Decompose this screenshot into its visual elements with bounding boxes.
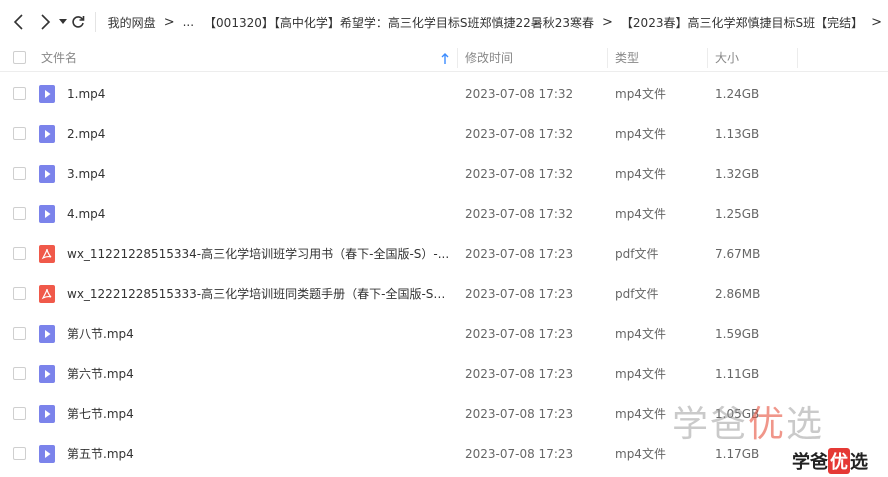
video-file-icon [39, 365, 55, 383]
row-checkbox[interactable] [13, 247, 26, 260]
chevron-right-icon: > [871, 14, 882, 30]
file-type: mp4文件 [615, 327, 666, 341]
file-row[interactable]: 第六节.mp4 2023-07-08 17:23 mp4文件 1.11GB [0, 354, 888, 394]
column-divider[interactable] [457, 48, 458, 68]
file-row[interactable]: 1.mp4 2023-07-08 17:32 mp4文件 1.24GB [0, 74, 888, 114]
file-name[interactable]: 1.mp4 [67, 74, 452, 114]
file-modified: 2023-07-08 17:23 [465, 367, 574, 381]
select-all-checkbox[interactable] [13, 51, 26, 64]
video-file-icon [39, 165, 55, 183]
file-modified: 2023-07-08 17:32 [465, 207, 574, 221]
video-file-icon [39, 205, 55, 223]
file-size: 1.13GB [715, 127, 760, 141]
row-checkbox[interactable] [13, 447, 26, 460]
file-modified: 2023-07-08 17:23 [465, 327, 574, 341]
file-modified: 2023-07-08 17:23 [465, 407, 574, 421]
forward-arrow-icon[interactable] [38, 11, 52, 33]
watermark-small-text: 学爸 [792, 452, 828, 473]
watermark-small-tail: 选 [850, 452, 868, 473]
file-type: pdf文件 [615, 247, 659, 261]
file-size: 1.25GB [715, 207, 760, 221]
back-arrow-icon[interactable] [12, 11, 26, 33]
breadcrumb-item-root[interactable]: 我的网盘 [106, 14, 158, 31]
file-list-header: 文件名 修改时间 类型 大小 [0, 44, 888, 72]
breadcrumb: 我的网盘 > ... 【001320】【高中化学】希望学：高三化学目标S班郑慎捷… [106, 14, 888, 31]
row-checkbox[interactable] [13, 87, 26, 100]
video-file-icon [39, 405, 55, 423]
file-name[interactable]: wx_12221228515333-高三化学培训班同类题手册（春下-全国版-S）… [67, 274, 452, 314]
file-name[interactable]: 4.mp4 [67, 194, 452, 234]
file-size: 2.86MB [715, 287, 761, 301]
column-header-name[interactable]: 文件名 [41, 44, 77, 72]
watermark-large-tail: 选 [786, 404, 825, 445]
row-checkbox[interactable] [13, 207, 26, 220]
video-file-icon [39, 125, 55, 143]
file-name[interactable]: wx_11221228515334-高三化学培训班学习用书（春下-全国版-S）-… [67, 234, 452, 274]
file-name[interactable]: 3.mp4 [67, 154, 452, 194]
file-row[interactable]: wx_11221228515334-高三化学培训班学习用书（春下-全国版-S）-… [0, 234, 888, 274]
watermark-small-highlight: 优 [828, 448, 850, 474]
file-size: 1.24GB [715, 87, 760, 101]
watermark-large: 学爸优选 [672, 395, 824, 447]
row-checkbox[interactable] [13, 127, 26, 140]
file-name[interactable]: 第五节.mp4 [67, 434, 452, 474]
breadcrumb-item-course[interactable]: 【001320】【高中化学】希望学：高三化学目标S班郑慎捷22暑秋23寒春 [202, 14, 596, 31]
video-file-icon [39, 445, 55, 463]
row-checkbox[interactable] [13, 367, 26, 380]
file-name[interactable]: 第六节.mp4 [67, 354, 452, 394]
refresh-icon[interactable] [71, 11, 85, 33]
watermark-small: 学爸优选 [792, 448, 868, 474]
column-divider[interactable] [797, 48, 798, 68]
file-modified: 2023-07-08 17:32 [465, 127, 574, 141]
file-size: 1.11GB [715, 367, 760, 381]
column-divider[interactable] [707, 48, 708, 68]
file-type: mp4文件 [615, 367, 666, 381]
toolbar-divider [95, 12, 96, 32]
sort-arrow-up-icon[interactable] [441, 44, 449, 72]
column-header-modified[interactable]: 修改时间 [465, 44, 513, 72]
row-checkbox[interactable] [13, 407, 26, 420]
file-modified: 2023-07-08 17:32 [465, 167, 574, 181]
row-checkbox[interactable] [13, 167, 26, 180]
file-type: mp4文件 [615, 447, 666, 461]
file-type: mp4文件 [615, 407, 666, 421]
file-modified: 2023-07-08 17:23 [465, 447, 574, 461]
file-name[interactable]: 第七节.mp4 [67, 394, 452, 434]
pdf-file-icon [39, 245, 55, 263]
breadcrumb-item-current[interactable]: 【2023春】高三化学郑慎捷目标S班【完结】 [619, 14, 865, 31]
row-checkbox[interactable] [13, 327, 26, 340]
pdf-file-icon [39, 285, 55, 303]
file-type: mp4文件 [615, 207, 666, 221]
file-size: 1.59GB [715, 327, 760, 341]
file-type: mp4文件 [615, 127, 666, 141]
file-row[interactable]: 4.mp4 2023-07-08 17:32 mp4文件 1.25GB [0, 194, 888, 234]
chevron-right-icon: > [602, 14, 613, 30]
column-header-size[interactable]: 大小 [715, 44, 739, 72]
file-modified: 2023-07-08 17:32 [465, 87, 574, 101]
file-modified: 2023-07-08 17:23 [465, 247, 574, 261]
video-file-icon [39, 85, 55, 103]
file-type: pdf文件 [615, 287, 659, 301]
file-row[interactable]: wx_12221228515333-高三化学培训班同类题手册（春下-全国版-S）… [0, 274, 888, 314]
column-header-type[interactable]: 类型 [615, 44, 639, 72]
breadcrumb-item-ellipsis[interactable]: ... [181, 15, 196, 29]
file-row[interactable]: 3.mp4 2023-07-08 17:32 mp4文件 1.32GB [0, 154, 888, 194]
chevron-right-icon: > [163, 14, 175, 30]
file-modified: 2023-07-08 17:23 [465, 287, 574, 301]
file-size: 7.67MB [715, 247, 761, 261]
row-checkbox[interactable] [13, 287, 26, 300]
caret-down-icon[interactable] [58, 11, 67, 33]
watermark-large-text: 学爸 [672, 404, 749, 445]
file-size: 1.32GB [715, 167, 760, 181]
file-name[interactable]: 第八节.mp4 [67, 314, 452, 354]
column-divider[interactable] [607, 48, 608, 68]
video-file-icon [39, 325, 55, 343]
toolbar: 我的网盘 > ... 【001320】【高中化学】希望学：高三化学目标S班郑慎捷… [0, 0, 888, 44]
file-row[interactable]: 2.mp4 2023-07-08 17:32 mp4文件 1.13GB [0, 114, 888, 154]
file-type: mp4文件 [615, 87, 666, 101]
file-type: mp4文件 [615, 167, 666, 181]
file-name[interactable]: 2.mp4 [67, 114, 452, 154]
watermark-large-highlight: 优 [748, 404, 787, 445]
file-row[interactable]: 第八节.mp4 2023-07-08 17:23 mp4文件 1.59GB [0, 314, 888, 354]
